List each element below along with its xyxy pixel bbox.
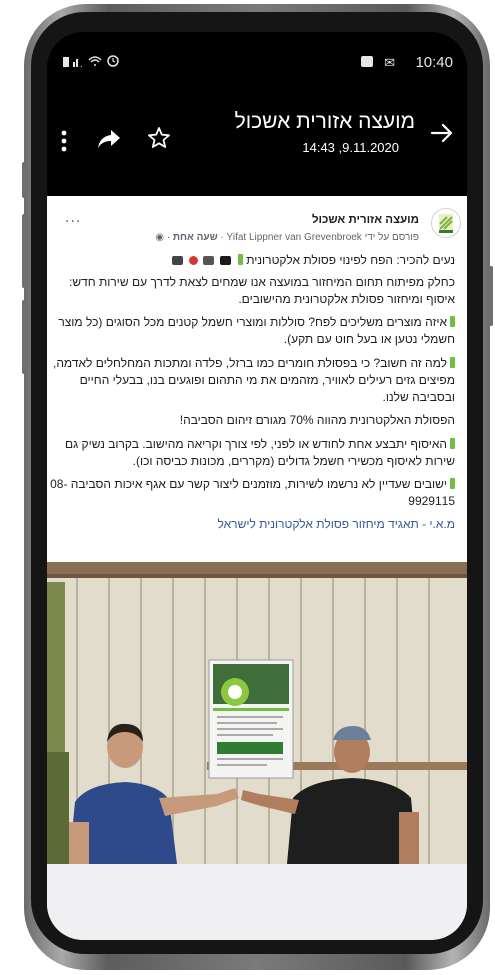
alarm-emoji-icon (188, 256, 198, 265)
post-paragraph-4: הפסולת האלקטרונית מהווה 70% מגורם זיהום … (179, 413, 455, 427)
post-paragraph-3: למה זה חשוב? כי בפסולת חומרים כמו ברזל, … (49, 355, 455, 406)
green-mark-icon (450, 316, 455, 327)
camera-emoji-icon (203, 256, 215, 265)
globe-icon: ◉ (155, 232, 164, 243)
time-ago[interactable]: שעה אחת (173, 232, 218, 243)
post-card: ... מועצה אזורית אשכול פורסם על ידי Yifa… (47, 196, 467, 940)
post-paragraph-6: ישובים שעדיין לא נרשמו לשירות, מוזמנים ל… (49, 476, 455, 510)
photo-image (47, 562, 467, 864)
svg-text:.: . (80, 60, 85, 68)
post-more-button[interactable]: ... (65, 210, 81, 226)
post-footer-area (47, 864, 467, 940)
post-paragraph-5: האיסוף יתבצע אחת לחודש או לפני, לפי צורך… (49, 436, 455, 470)
p2-text: איזה מוצרים משליכים לפח? סוללות ומוצרי ח… (58, 315, 455, 346)
meta-prefix: פורסם על ידי (364, 232, 419, 243)
author-name[interactable]: Yifat Lippner van Grevenbroek (227, 232, 362, 243)
post-page-name[interactable]: מועצה אזורית אשכול (312, 212, 419, 229)
phone-screen: . ✉ 10:40 מועצה אזורית אשכול 14:43 ,9.11… (47, 32, 467, 940)
p3-text: למה זה חשוב? כי בפסולת חומרים כמו ברזל, … (52, 356, 455, 404)
more-vert-icon[interactable] (61, 130, 67, 152)
green-mark-icon (237, 254, 243, 265)
green-mark-icon (450, 478, 455, 489)
signal-icon: . (63, 55, 119, 70)
star-icon[interactable] (147, 126, 171, 150)
mail-icon: ✉ (384, 56, 395, 71)
green-mark-icon (450, 357, 455, 368)
status-left-icons: . (63, 54, 123, 71)
post-photo[interactable] (47, 562, 467, 864)
share-icon[interactable] (97, 128, 121, 150)
volume-button (22, 300, 27, 374)
council-logo-icon (439, 214, 453, 233)
volume-button (22, 214, 27, 288)
post-line-1: נעים להכיר: הפח לפינוי פסולת אלקטרונית (49, 252, 455, 269)
page-logo[interactable] (431, 208, 461, 238)
page-title: מועצה אזורית אשכול (234, 110, 415, 133)
p5-text: האיסוף יתבצע אחת לחודש או לפני, לפי צורך… (64, 437, 455, 468)
p6-text: ישובים שעדיין לא נרשמו לשירות, מוזמנים ל… (50, 477, 455, 508)
status-time: 10:40 (415, 54, 453, 71)
app-header: מועצה אזורית אשכול 14:43 ,9.11.2020 (47, 92, 467, 172)
post-tag-link[interactable]: מ.א.י - תאגיד מיחזור פסולת אלקטרונית ליש… (49, 516, 455, 533)
tool-emoji-icon (172, 256, 184, 265)
notification-icon (361, 56, 373, 67)
post-paragraph-1: כחלק מפיתוח תחום המיחזור במועצה אנו שמחי… (69, 275, 455, 306)
status-bar: . ✉ 10:40 (47, 32, 467, 92)
page-subtitle: 14:43 ,9.11.2020 (302, 140, 399, 155)
back-arrow-icon[interactable] (429, 120, 455, 146)
battery-emoji-icon (219, 256, 231, 265)
line1-text: נעים להכיר: הפח לפינוי פסולת אלקטרונית (246, 253, 455, 267)
green-mark-icon (450, 438, 455, 449)
post-meta: פורסם על ידי Yifat Lippner van Grevenbro… (155, 232, 419, 243)
power-button (488, 266, 493, 326)
post-paragraph-2: איזה מוצרים משליכים לפח? סוללות ומוצרי ח… (49, 314, 455, 348)
side-button (22, 162, 27, 198)
